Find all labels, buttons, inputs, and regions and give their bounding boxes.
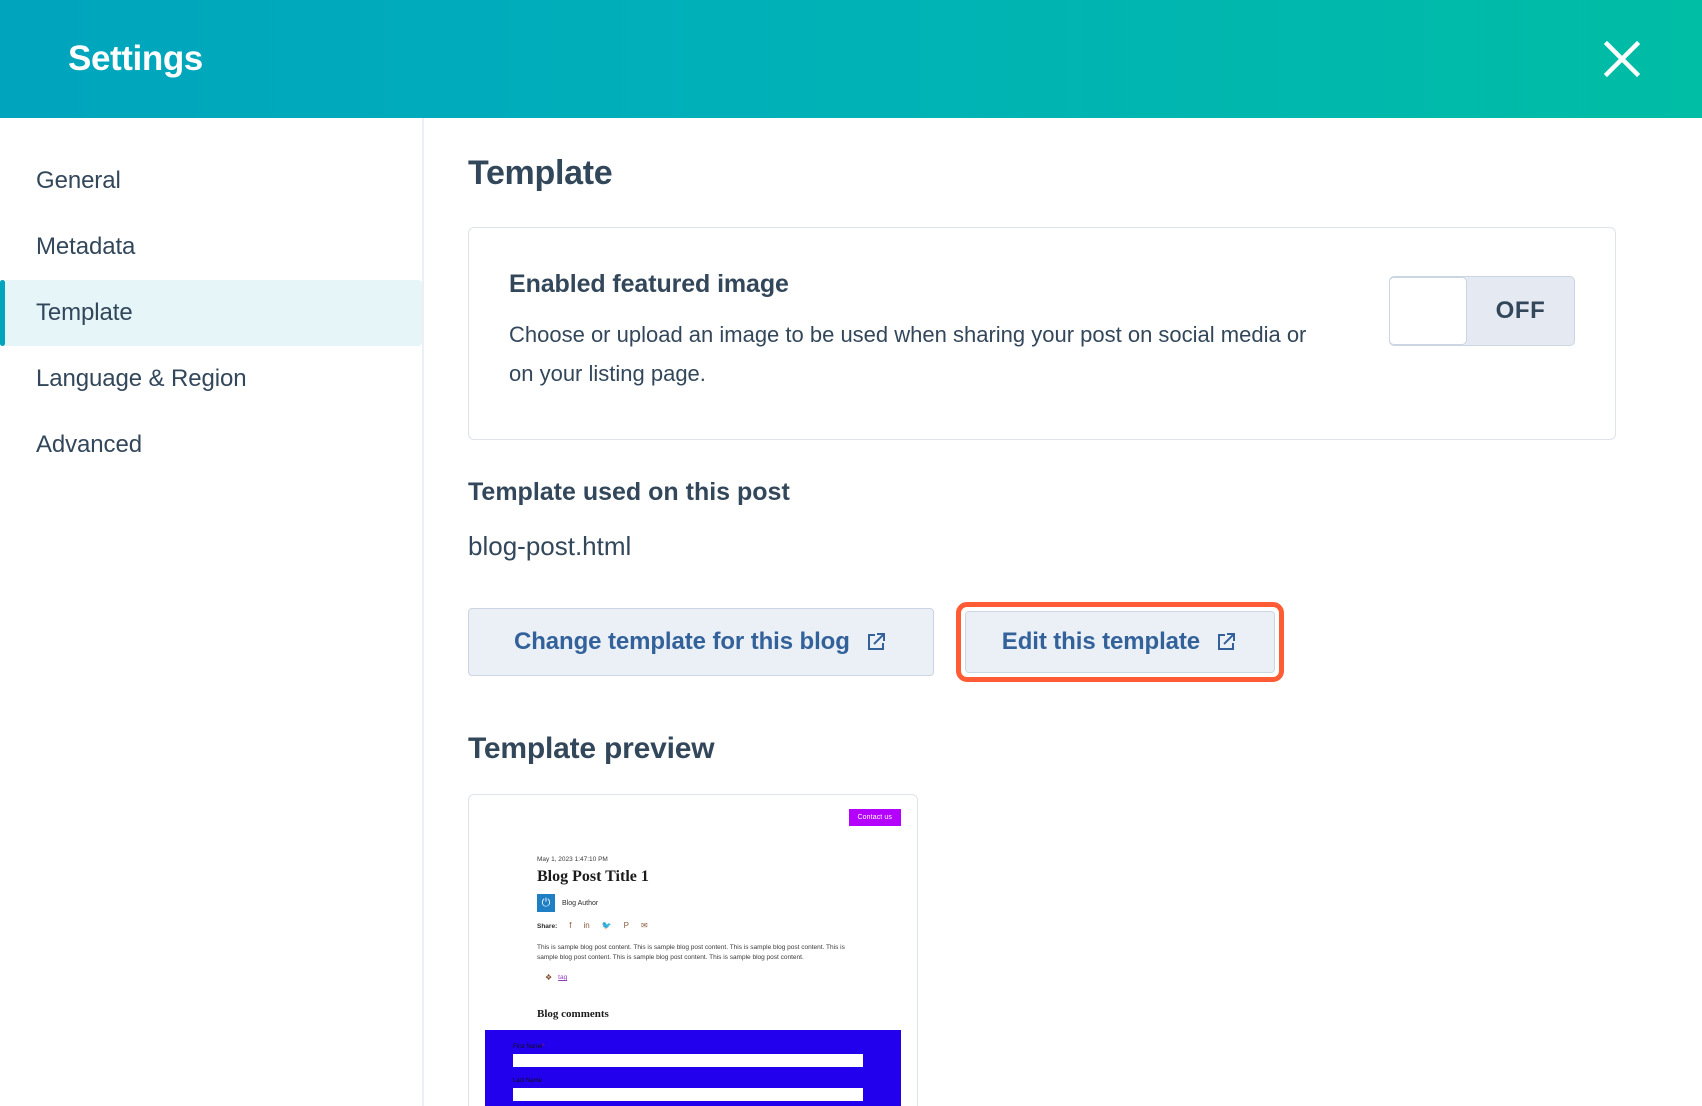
sidebar-item-label: Template [36, 299, 133, 326]
preview-contact-us-button[interactable]: Contact us [848, 809, 901, 827]
sidebar-item-label: General [36, 167, 121, 194]
sidebar-item-label: Language & Region [36, 365, 247, 392]
featured-image-heading: Enabled featured image [509, 270, 789, 298]
required-marker: * [542, 1044, 545, 1051]
page-title: Settings [68, 39, 203, 78]
preview-topbar: Contact us [485, 809, 901, 827]
preview-author-name: Blog Author [562, 899, 599, 907]
preview-post-date: May 1, 2023 1:47:10 PM [537, 856, 608, 864]
pinterest-icon[interactable]: P [624, 922, 629, 930]
tag-icon: ❖ [545, 973, 553, 983]
template-preview-heading: Template preview [468, 732, 715, 766]
facebook-icon[interactable]: f [569, 922, 571, 930]
settings-main-panel: Template Enabled featured image Choose o… [424, 118, 1702, 1106]
email-icon[interactable]: ✉ [641, 922, 648, 930]
toggle-knob [1390, 277, 1467, 345]
template-used-value: blog-post.html [468, 531, 632, 562]
preview-comment-form: First Name* Last Name [485, 1030, 901, 1106]
template-actions: Change template for this blog Edit this … [468, 602, 1616, 683]
section-title: Template [468, 154, 613, 192]
preview-comments-heading: Blog comments [537, 1008, 609, 1021]
edit-template-button[interactable]: Edit this template [964, 611, 1276, 674]
preview-share-row: Share: f in 🐦 P ✉ [537, 922, 865, 930]
linkedin-icon[interactable]: in [583, 922, 589, 930]
preview-author-row: ⏻ Blog Author [537, 894, 865, 913]
external-link-icon [1214, 630, 1238, 654]
preview-share-label: Share: [537, 922, 558, 930]
sidebar-item-label: Advanced [36, 431, 142, 458]
settings-sidebar: General Metadata Template Language & Reg… [0, 118, 424, 1106]
featured-image-description: Choose or upload an image to be used whe… [509, 322, 1307, 387]
toggle-state-label: OFF [1495, 297, 1546, 324]
preview-tag-link[interactable]: tag [558, 974, 567, 981]
sidebar-item-general[interactable]: General [0, 148, 422, 214]
twitter-icon[interactable]: 🐦 [602, 922, 612, 930]
modal-header: Settings [0, 0, 1702, 118]
featured-image-card: Enabled featured image Choose or upload … [468, 227, 1616, 441]
sidebar-item-metadata[interactable]: Metadata [0, 214, 422, 280]
settings-modal: Settings General Metadata Template Langu… [0, 0, 1702, 1106]
preview-post-content: This is sample blog post content. This i… [537, 944, 845, 962]
close-icon[interactable] [1594, 31, 1650, 87]
first-name-label-text: First Name [513, 1044, 543, 1051]
preview-post-title: Blog Post Title 1 [537, 868, 649, 886]
last-name-label-text: Last Name [513, 1078, 543, 1085]
sidebar-item-advanced[interactable]: Advanced [0, 412, 422, 478]
last-name-field[interactable] [513, 1088, 863, 1102]
change-template-button[interactable]: Change template for this blog [468, 608, 934, 677]
modal-body: General Metadata Template Language & Reg… [0, 118, 1702, 1106]
external-link-icon [864, 630, 888, 654]
sidebar-item-language-region[interactable]: Language & Region [0, 346, 422, 412]
preview-tag-row: ❖ tag [537, 973, 865, 982]
sidebar-item-template[interactable]: Template [0, 280, 422, 346]
change-template-button-label: Change template for this blog [514, 628, 850, 656]
last-name-label: Last Name [499, 1078, 887, 1084]
edit-template-button-label: Edit this template [1001, 628, 1201, 656]
sidebar-item-label: Metadata [36, 233, 136, 260]
first-name-field[interactable] [513, 1054, 863, 1068]
template-used-heading: Template used on this post [468, 478, 790, 507]
featured-image-text: Enabled featured image Choose or upload … [509, 270, 1309, 393]
preview-post-body: May 1, 2023 1:47:10 PM Blog Post Title 1… [485, 856, 901, 1020]
edit-template-highlight-ring: Edit this template [955, 602, 1285, 683]
template-preview-frame[interactable]: Contact us May 1, 2023 1:47:10 PM Blog P… [468, 794, 918, 1106]
featured-image-toggle[interactable]: OFF [1389, 276, 1575, 346]
avatar: ⏻ [537, 894, 555, 913]
first-name-label: First Name* [499, 1044, 887, 1050]
